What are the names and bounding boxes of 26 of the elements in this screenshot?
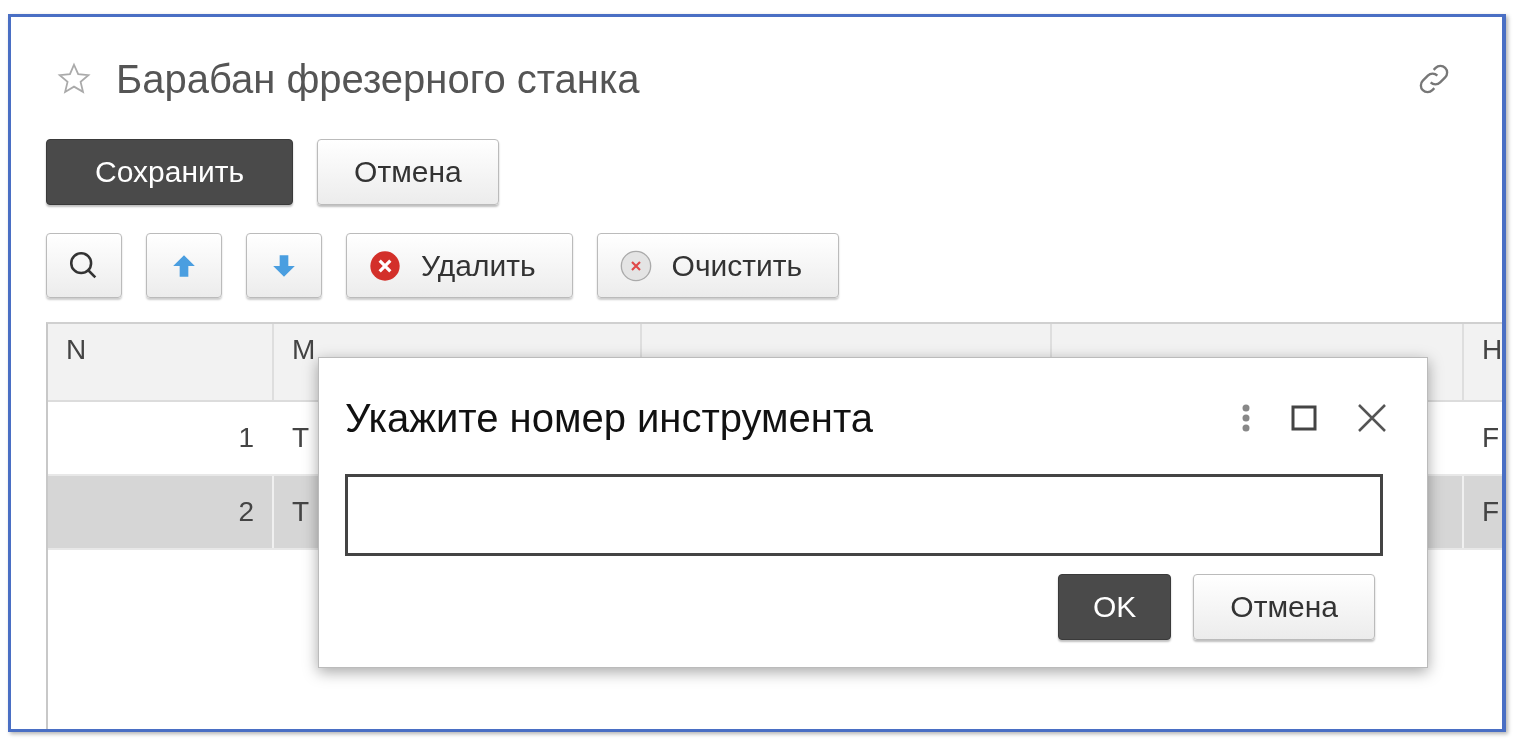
table-cell: 2 [238,496,254,528]
more-icon[interactable] [1241,403,1251,433]
delete-icon [369,249,401,282]
delete-button[interactable]: Удалить [346,233,573,298]
move-up-button[interactable] [146,233,222,298]
cancel-button[interactable]: Отмена [1193,574,1375,640]
search-button[interactable] [46,233,122,298]
clear-icon [619,249,652,282]
form-title: Барабан фрезерного станка [116,56,641,102]
table-cell: Т [292,496,310,528]
move-down-button[interactable] [246,233,322,298]
dialog-title: Укажите номер инструмента [345,395,875,441]
input-field[interactable] [345,474,1383,556]
close-icon[interactable] [1357,403,1387,433]
cancel-button[interactable]: Отмена [317,139,499,205]
table-cell: F [1482,496,1500,528]
table-cell: 1 [238,422,254,454]
maximize-icon[interactable] [1291,405,1317,431]
column-header[interactable]: Н [1464,324,1502,400]
arrow-down-icon [271,252,297,279]
save-button[interactable]: Сохранить [46,139,294,205]
table-cell: F [1482,422,1500,454]
clear-button[interactable]: Очистить [596,233,840,298]
ok-button[interactable]: OK [1058,574,1172,640]
column-header[interactable]: N [48,324,274,400]
table-cell: Т [292,422,310,454]
